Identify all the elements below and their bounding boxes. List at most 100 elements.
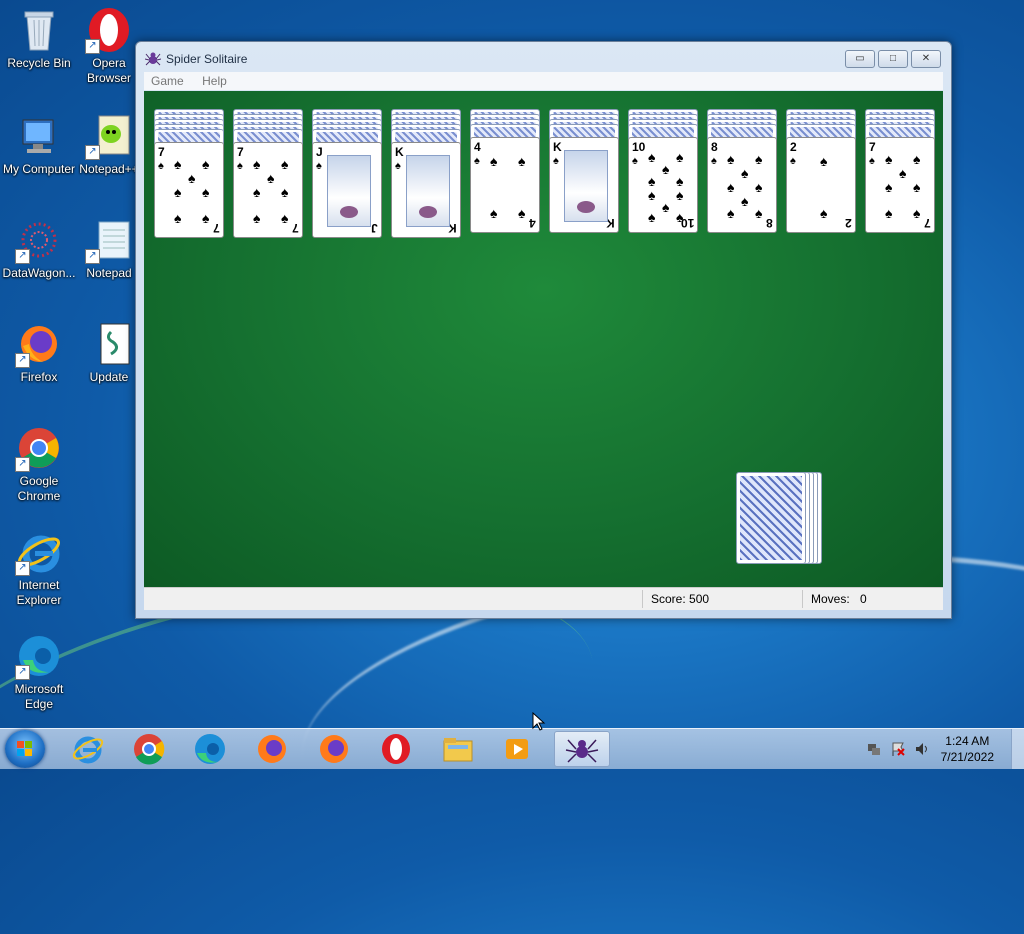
close-button[interactable]: ✕	[911, 50, 941, 68]
desktop-icon-my-computer[interactable]: My Computer	[0, 112, 78, 177]
desktop-icon-label: Recycle Bin	[7, 56, 71, 70]
action-center-flag-icon[interactable]	[890, 741, 906, 757]
spade-pip-icon: ♠	[518, 153, 526, 169]
clock-time: 1:24 AM	[945, 734, 990, 748]
desktop-icon-internet-explorer[interactable]: ↗ Internet Explorer	[0, 528, 78, 608]
card-rank: 2	[845, 216, 852, 230]
media-player-icon	[506, 739, 528, 759]
taskbar-internet-explorer[interactable]	[60, 731, 116, 767]
face-up-card[interactable]: 7 ♠ 7 ♠ ♠ ♠ ♠ ♠ ♠ ♠	[154, 142, 224, 238]
menu-game[interactable]: Game	[144, 72, 191, 90]
desktop-icon-chrome[interactable]: ↗ Google Chrome	[0, 424, 78, 504]
edge-icon	[195, 734, 225, 764]
card-rank: 2	[790, 140, 797, 154]
shortcut-arrow-icon: ↗	[85, 249, 100, 264]
spade-pip-icon: ♠	[267, 170, 275, 186]
spade-pip-icon: ♠	[490, 205, 498, 221]
shortcut-arrow-icon: ↗	[15, 249, 30, 264]
desktop-icon-update[interactable]: Update	[78, 320, 140, 385]
opera-icon	[382, 734, 410, 764]
shortcut-arrow-icon: ↗	[85, 145, 100, 160]
chrome-icon	[134, 734, 165, 765]
face-up-card[interactable]: 7 ♠ 7 ♠ ♠ ♠ ♠ ♠ ♠ ♠	[233, 142, 303, 238]
maximize-button[interactable]: □	[878, 50, 908, 68]
desktop-icon-datawagon[interactable]: ↗ DataWagon...	[0, 216, 78, 281]
game-board[interactable]: 7 ♠ 7 ♠ ♠ ♠ ♠ ♠ ♠ ♠ 7 ♠ 7 ♠ ♠ ♠ ♠ ♠ ♠ ♠ J ♠ J K ♠ K 4 ♠ 4 ♠ ♠ ♠ ♠ K ♠ K 10 ♠ 1…	[144, 91, 943, 587]
taskbar-chrome[interactable]	[121, 731, 177, 767]
volume-icon[interactable]	[914, 741, 930, 757]
spade-pip-icon: ♠	[820, 205, 828, 221]
spade-pip-icon: ♠	[188, 170, 196, 186]
face-up-card[interactable]: K ♠ K	[549, 137, 619, 233]
spade-pip-icon: ♠	[174, 210, 182, 226]
notepadpp-icon: ↗	[85, 112, 133, 160]
card-rank: 7	[213, 221, 220, 235]
score-label: Score: 500	[651, 592, 710, 606]
show-desktop-button[interactable]	[1011, 729, 1024, 769]
card-rank: K	[395, 145, 404, 159]
taskbar-media-player[interactable]	[490, 731, 546, 767]
spade-pip-icon: ♠	[662, 161, 670, 177]
face-up-card[interactable]: 10 ♠ 10 ♠ ♠ ♠ ♠ ♠ ♠ ♠ ♠ ♠ ♠	[628, 137, 698, 233]
spade-pip-icon: ♠	[648, 187, 656, 203]
desktop-icon-recycle-bin[interactable]: Recycle Bin	[0, 6, 78, 71]
card-rank: 7	[869, 140, 876, 154]
taskbar-opera[interactable]	[368, 731, 424, 767]
face-up-card[interactable]: 4 ♠ 4 ♠ ♠ ♠ ♠	[470, 137, 540, 233]
card-rank: 8	[766, 216, 773, 230]
desktop-icon-edge[interactable]: ↗ Microsoft Edge	[0, 632, 78, 712]
folder-icon	[443, 738, 473, 762]
shortcut-arrow-icon: ↗	[15, 353, 30, 368]
window-titlebar[interactable]: Spider Solitaire ▭ □ ✕	[136, 42, 951, 72]
desktop-icon-notepadpp[interactable]: ↗ Notepad++	[78, 112, 140, 177]
card-suit-icon: ♠	[316, 160, 322, 172]
mouse-cursor-icon	[532, 712, 546, 731]
face-card-art	[406, 155, 450, 227]
minimize-button[interactable]: ▭	[845, 50, 875, 68]
face-up-card[interactable]: K ♠ K	[391, 142, 461, 238]
clock-date: 7/21/2022	[940, 750, 994, 764]
card-rank: J	[371, 221, 378, 235]
card-suit-icon: ♠	[553, 155, 559, 167]
face-up-card[interactable]: 7 ♠ 7 ♠ ♠ ♠ ♠ ♠ ♠ ♠	[865, 137, 935, 233]
taskbar-file-explorer[interactable]	[430, 731, 486, 767]
desktop-icon-notepad[interactable]: ↗ Notepad	[78, 216, 140, 281]
face-up-card[interactable]: 2 ♠ 2 ♠ ♠	[786, 137, 856, 233]
clock[interactable]: 1:24 AM 7/21/2022	[941, 733, 994, 765]
card-suit-icon: ♠	[158, 160, 164, 172]
spade-pip-icon: ♠	[755, 205, 763, 221]
edge-icon: ↗	[15, 632, 63, 680]
taskbar-spider-solitaire[interactable]	[554, 731, 610, 767]
desktop-icon-firefox[interactable]: ↗ Firefox	[0, 320, 78, 385]
card-rank: 7	[158, 145, 165, 159]
start-button[interactable]	[5, 730, 45, 768]
spade-pip-icon: ♠	[741, 193, 749, 209]
status-separator	[802, 590, 803, 608]
spider-icon	[144, 51, 162, 67]
face-up-card[interactable]: 8 ♠ 8 ♠ ♠ ♠ ♠ ♠ ♠ ♠ ♠	[707, 137, 777, 233]
desktop-icon-opera[interactable]: ↗ Opera Browser	[78, 6, 140, 86]
taskbar-firefox-2[interactable]	[306, 731, 362, 767]
taskbar-edge[interactable]	[182, 731, 238, 767]
menu-help[interactable]: Help	[195, 72, 234, 90]
face-card-art	[327, 155, 371, 227]
spade-pip-icon: ♠	[662, 199, 670, 215]
firefox-icon	[320, 735, 348, 763]
face-up-card[interactable]: J ♠ J	[312, 142, 382, 238]
card-suit-icon: ♠	[237, 160, 243, 172]
firefox-icon	[258, 735, 286, 763]
card-suit-icon: ♠	[711, 155, 717, 167]
shortcut-arrow-icon: ↗	[15, 561, 30, 576]
taskbar-firefox[interactable]	[244, 731, 300, 767]
spade-pip-icon: ♠	[913, 205, 921, 221]
spider-solitaire-window[interactable]: Spider Solitaire ▭ □ ✕ Game Help 7 ♠ 7 ♠ ♠ ♠ ♠…	[135, 41, 952, 619]
stock-pile[interactable]	[736, 472, 806, 564]
spade-pip-icon: ♠	[202, 156, 210, 172]
spade-pip-icon: ♠	[281, 184, 289, 200]
spade-pip-icon: ♠	[755, 179, 763, 195]
spade-pip-icon: ♠	[676, 209, 684, 225]
spade-pip-icon: ♠	[518, 205, 526, 221]
network-icon[interactable]	[866, 741, 882, 757]
spade-pip-icon: ♠	[885, 151, 893, 167]
spade-pip-icon: ♠	[727, 151, 735, 167]
